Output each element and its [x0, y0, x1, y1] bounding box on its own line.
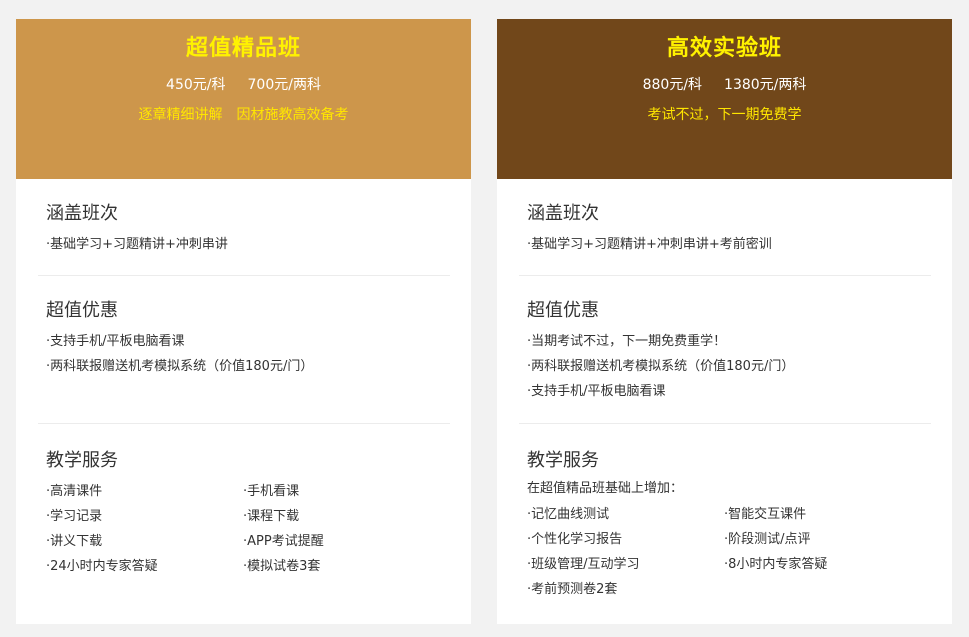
list-item: ·8小时内专家答疑	[724, 557, 828, 572]
plan-tagline: 逐章精细讲解 因材施教高效备考	[16, 106, 471, 124]
price-single: 450元/科	[166, 77, 226, 93]
plan-prices: 450元/科 700元/两科	[16, 76, 471, 94]
list-item: ·学习记录	[46, 509, 103, 524]
list-item: ·记忆曲线测试	[527, 507, 610, 522]
section-title: 教学服务	[46, 450, 118, 471]
list-item: ·课程下载	[243, 509, 300, 524]
plan-header-experimental: 高效实验班 880元/科 1380元/两科 考试不过，下一期免费学	[497, 19, 952, 179]
list-item: ·班级管理/互动学习	[527, 557, 640, 572]
list-item: ·两科联报赠送机考模拟系统（价值180元/门）	[46, 359, 314, 374]
list-item: ·讲义下载	[46, 534, 103, 549]
benefits-section: 超值优惠 ·当期考试不过，下一期免费重学！ ·两科联报赠送机考模拟系统（价值18…	[519, 299, 931, 404]
list-item: ·基础学习+习题精讲+冲刺串讲+考前密训	[527, 237, 772, 252]
section-title: 超值优惠	[527, 300, 599, 321]
tagline-2: 因材施教高效备考	[236, 107, 349, 123]
price-double: 700元/两科	[247, 77, 321, 93]
plan-card-premium: 超值精品班 450元/科 700元/两科 逐章精细讲解 因材施教高效备考 涵盖班次 …	[16, 19, 471, 624]
list-item: ·24小时内专家答疑	[46, 559, 158, 574]
list-item: ·考前预测卷2套	[527, 582, 618, 597]
section-title: 超值优惠	[46, 300, 118, 321]
plan-prices: 880元/科 1380元/两科	[497, 76, 952, 94]
divider	[38, 275, 450, 276]
list-item: ·支持手机/平板电脑看课	[46, 334, 185, 349]
plan-title: 高效实验班	[666, 36, 782, 61]
list-item: ·阶段测试/点评	[724, 532, 811, 547]
services-section: 教学服务 在超值精品班基础上增加： ·记忆曲线测试 ·智能交互课件 ·个性化学习…	[519, 449, 931, 602]
list-item: ·APP考试提醒	[243, 534, 324, 549]
section-title: 教学服务	[527, 450, 599, 471]
list-item: ·当期考试不过，下一期免费重学！	[527, 334, 727, 349]
services-grid: ·高清课件 ·手机看课 ·学习记录 ·课程下载 ·讲义下载 ·APP考试提醒 ·…	[38, 479, 450, 579]
list-item: ·高清课件	[46, 484, 103, 499]
section-title: 涵盖班次	[527, 203, 599, 224]
section-title: 涵盖班次	[46, 203, 118, 224]
plan-card-experimental: 高效实验班 880元/科 1380元/两科 考试不过，下一期免费学 涵盖班次 ·基…	[497, 19, 952, 624]
list-item: ·个性化学习报告	[527, 532, 623, 547]
list-item: ·支持手机/平板电脑看课	[527, 384, 666, 399]
coverage-section: 涵盖班次 ·基础学习+习题精讲+冲刺串讲+考前密训	[519, 202, 931, 257]
benefits-section: 超值优惠 ·支持手机/平板电脑看课 ·两科联报赠送机考模拟系统（价值180元/门…	[38, 299, 450, 379]
divider	[519, 423, 931, 424]
price-single: 880元/科	[642, 77, 703, 93]
divider	[519, 275, 931, 276]
plan-title: 超值精品班	[185, 36, 301, 61]
services-section: 教学服务 ·高清课件 ·手机看课 ·学习记录 ·课程下载 ·讲义下载 ·APP考…	[38, 449, 450, 579]
list-item: ·手机看课	[243, 484, 300, 499]
price-double: 1380元/两科	[724, 77, 807, 93]
coverage-section: 涵盖班次 ·基础学习+习题精讲+冲刺串讲	[38, 202, 450, 257]
list-item: ·智能交互课件	[724, 507, 807, 522]
list-item: ·两科联报赠送机考模拟系统（价值180元/门）	[527, 359, 795, 374]
services-intro: 在超值精品班基础上增加：	[527, 481, 684, 496]
divider	[38, 423, 450, 424]
list-item: ·基础学习+习题精讲+冲刺串讲	[46, 237, 228, 252]
plan-tagline: 考试不过，下一期免费学	[647, 107, 802, 123]
list-item: ·模拟试卷3套	[243, 559, 321, 574]
tagline-1: 逐章精细讲解	[138, 107, 223, 123]
services-grid: ·记忆曲线测试 ·智能交互课件 ·个性化学习报告 ·阶段测试/点评 ·班级管理/…	[519, 502, 931, 602]
plan-header-premium: 超值精品班 450元/科 700元/两科 逐章精细讲解 因材施教高效备考	[16, 19, 471, 179]
